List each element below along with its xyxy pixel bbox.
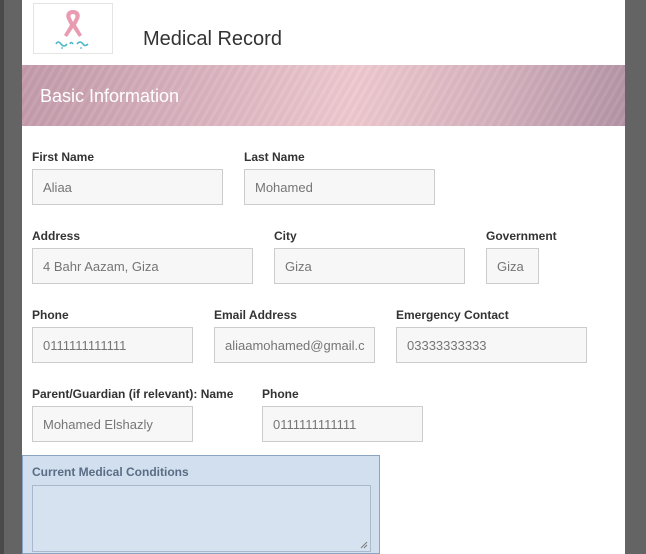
medical-conditions-textarea[interactable] [32, 485, 371, 552]
emergency-contact-input[interactable] [396, 327, 587, 363]
form-page: Medical Record Basic Information First N… [22, 0, 625, 554]
page-header: Medical Record [22, 0, 625, 65]
guardian-phone-label: Phone [262, 387, 299, 401]
address-label: Address [32, 229, 81, 243]
guardian-phone-input[interactable] [262, 406, 423, 442]
section-banner: Basic Information [22, 65, 625, 126]
logo [33, 3, 113, 54]
email-label: Email Address [214, 308, 297, 322]
government-label: Government [486, 229, 557, 243]
phone-input[interactable] [32, 327, 193, 363]
section-title: Basic Information [40, 86, 180, 106]
last-name-label: Last Name [244, 150, 305, 164]
guardian-name-label: Parent/Guardian (if relevant): Name [32, 387, 234, 401]
emergency-contact-label: Emergency Contact [396, 308, 509, 322]
resize-grip-icon[interactable] [360, 541, 368, 549]
first-name-input[interactable] [32, 169, 223, 205]
window-edge [0, 0, 4, 554]
last-name-input[interactable] [244, 169, 435, 205]
page-title: Medical Record [143, 28, 282, 50]
guardian-name-input[interactable] [32, 406, 193, 442]
email-input[interactable] [214, 327, 375, 363]
address-input[interactable] [32, 248, 253, 284]
phone-label: Phone [32, 308, 69, 322]
medical-conditions-label: Current Medical Conditions [32, 465, 189, 479]
first-name-label: First Name [32, 150, 95, 164]
pink-ribbon-logo-icon [55, 10, 89, 49]
city-label: City [274, 229, 297, 243]
medical-conditions-panel: Current Medical Conditions [22, 455, 380, 554]
government-input[interactable] [486, 248, 539, 284]
city-input[interactable] [274, 248, 465, 284]
